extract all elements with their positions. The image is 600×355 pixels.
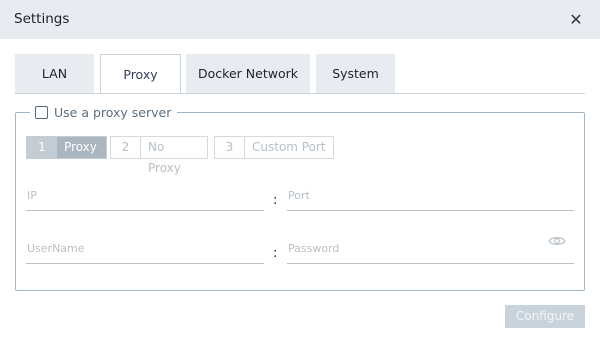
tabs-divider [15, 93, 585, 94]
use-proxy-checkbox[interactable] [35, 105, 48, 119]
step-number: 2 [111, 137, 141, 158]
username-placeholder: UserName [27, 242, 85, 255]
port-placeholder: Port [288, 189, 310, 202]
step-label: Proxy [57, 137, 106, 158]
step-no-proxy[interactable]: 2 No Proxy [110, 136, 208, 175]
step-label: Custom Port [252, 140, 326, 154]
tab-lan[interactable]: LAN [15, 54, 94, 94]
ip-field[interactable]: IP [26, 187, 264, 211]
tab-proxy[interactable]: Proxy [100, 54, 181, 94]
password-placeholder: Password [288, 242, 340, 255]
settings-dialog: Settings ✕ LAN Proxy Docker Network Syst… [0, 0, 600, 355]
step-number: 1 [27, 137, 57, 158]
step-label: No Proxy [148, 140, 181, 175]
eye-icon[interactable] [548, 235, 566, 247]
use-proxy-legend: Use a proxy server [30, 103, 178, 121]
ip-port-separator: : [273, 193, 278, 208]
configure-button[interactable]: Configure [505, 305, 585, 328]
username-password-separator: : [273, 246, 278, 261]
use-proxy-label[interactable]: Use a proxy server [54, 105, 171, 120]
tab-system[interactable]: System [316, 54, 395, 94]
port-field[interactable]: Port [287, 187, 574, 211]
step-number: 3 [215, 137, 245, 158]
dialog-title: Settings [14, 11, 70, 27]
close-icon[interactable]: ✕ [566, 10, 586, 30]
step-proxy[interactable]: 1 Proxy [26, 136, 107, 159]
step-custom-port[interactable]: 3 Custom Port [214, 136, 334, 159]
tab-docker-network[interactable]: Docker Network [186, 54, 310, 94]
title-bar: Settings ✕ [0, 0, 600, 39]
username-field[interactable]: UserName [26, 240, 264, 264]
ip-placeholder: IP [27, 189, 37, 202]
password-field[interactable]: Password [287, 240, 574, 264]
